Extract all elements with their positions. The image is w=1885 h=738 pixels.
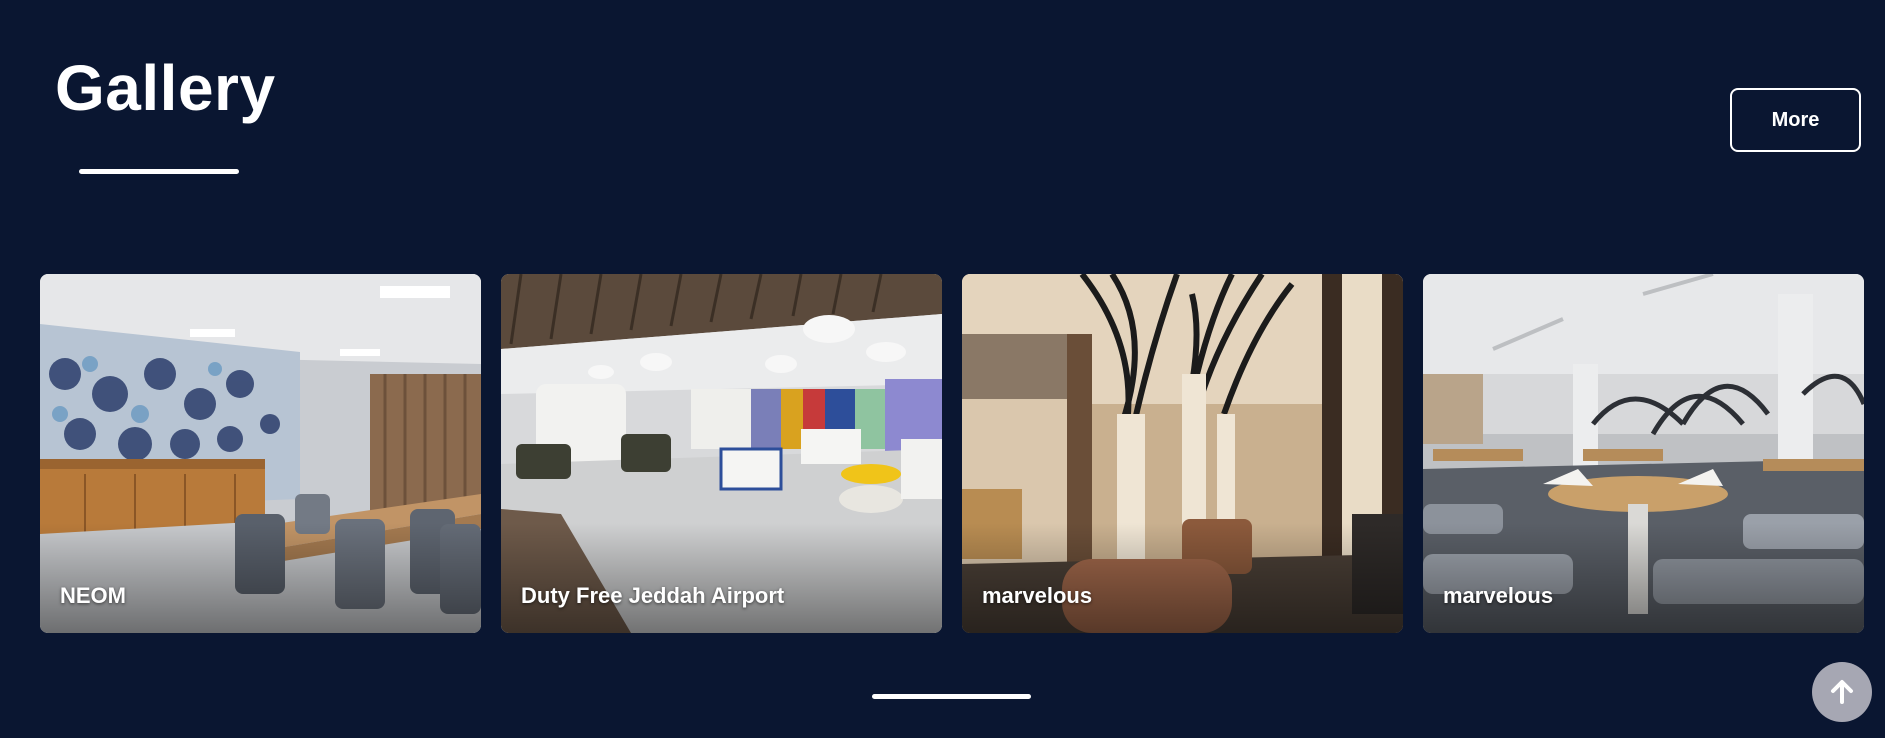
card-label: marvelous — [982, 583, 1093, 608]
card-shade — [501, 523, 942, 633]
scroll-to-top-button[interactable] — [1812, 662, 1872, 722]
gallery-cards: NEOM Duty Free Jeddah Airport marvelous … — [40, 274, 1864, 633]
card-shade — [962, 523, 1403, 633]
card-label: NEOM — [60, 583, 126, 608]
slider-indicator[interactable] — [872, 694, 1031, 699]
more-button[interactable]: More — [1730, 88, 1861, 152]
card-label: Duty Free Jeddah Airport — [521, 583, 785, 608]
gallery-card[interactable]: Duty Free Jeddah Airport — [501, 274, 942, 633]
gallery-card[interactable]: marvelous — [1423, 274, 1864, 633]
card-shade — [1423, 523, 1864, 633]
gallery-card[interactable]: marvelous — [962, 274, 1403, 633]
arrow-up-icon — [1831, 680, 1853, 704]
page-title: Gallery — [55, 52, 276, 124]
gallery-card[interactable]: NEOM — [40, 274, 481, 633]
card-label: marvelous — [1443, 583, 1554, 608]
title-underline — [79, 169, 239, 174]
card-shade — [40, 523, 481, 633]
